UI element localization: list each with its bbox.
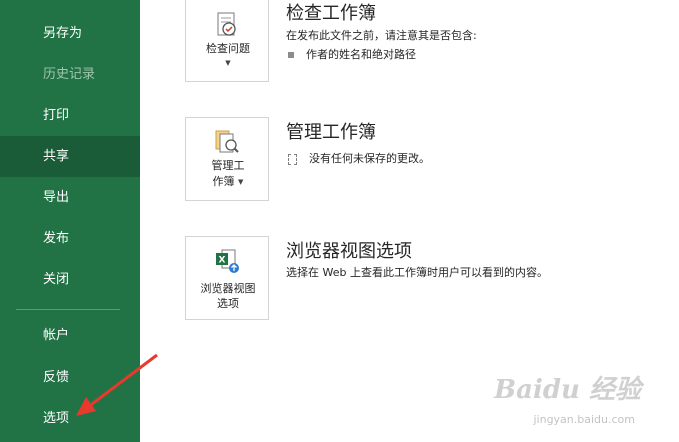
watermark-logo: Baidu 经验 <box>494 375 641 405</box>
watermark-url: jingyan.baidu.com <box>533 413 635 426</box>
